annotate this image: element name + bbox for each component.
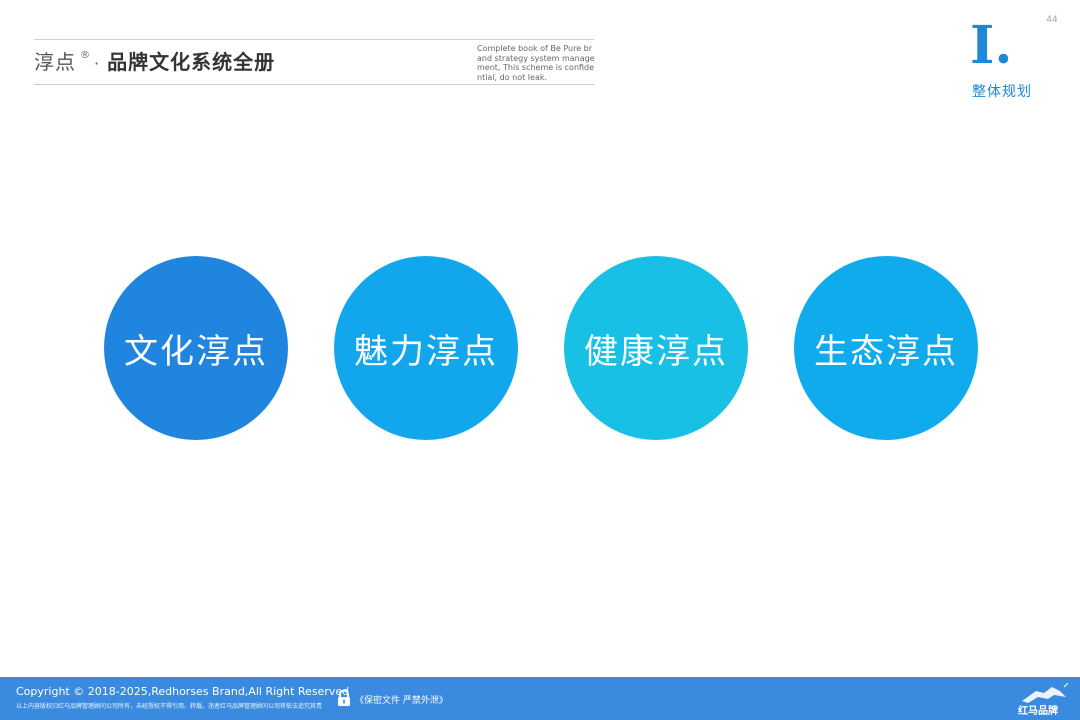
circle-charm: 魅力淳点: [334, 256, 518, 440]
circle-culture: 文化淳点: [104, 256, 288, 440]
circle-row: 文化淳点 魅力淳点 健康淳点 生态淳点: [0, 256, 1080, 440]
logo-text: 红马品牌: [1018, 706, 1058, 717]
document-subtitle: 品牌文化系统全册: [107, 50, 276, 74]
circle-label: 文化淳点: [124, 331, 268, 372]
title-separator: ·: [94, 54, 100, 73]
section-title: 整体规划: [972, 84, 1032, 100]
header-title: 淳点 ® · 品牌文化系统全册: [34, 46, 275, 76]
rights-notice: 以上内容版权归红马品牌管理顾问公司所有，未经授权不得引用、转载，违者红马品牌管理…: [16, 703, 323, 710]
copyright-text: Copyright © 2018-2025,Redhorses Brand,Al…: [16, 685, 350, 698]
confidential-label: 《保密文件 严禁外泄》: [355, 696, 448, 706]
circle-ecology: 生态淳点: [794, 256, 978, 440]
footer-bar: Copyright © 2018-2025,Redhorses Brand,Al…: [0, 677, 1080, 720]
circle-health: 健康淳点: [564, 256, 748, 440]
circle-label: 生态淳点: [814, 331, 958, 372]
circle-label: 健康淳点: [584, 331, 728, 372]
header-rule-bottom: [34, 84, 594, 85]
brand-name: 淳点: [34, 50, 76, 74]
header-rule-top: [34, 39, 594, 40]
confidential-note: Complete book of Be Pure brand strategy …: [477, 44, 595, 82]
lock-icon: [338, 689, 350, 706]
circle-label: 魅力淳点: [354, 331, 498, 372]
section-numeral: I.: [970, 15, 1013, 76]
page-number: 44: [1046, 15, 1058, 25]
registered-mark: ®: [80, 50, 90, 61]
